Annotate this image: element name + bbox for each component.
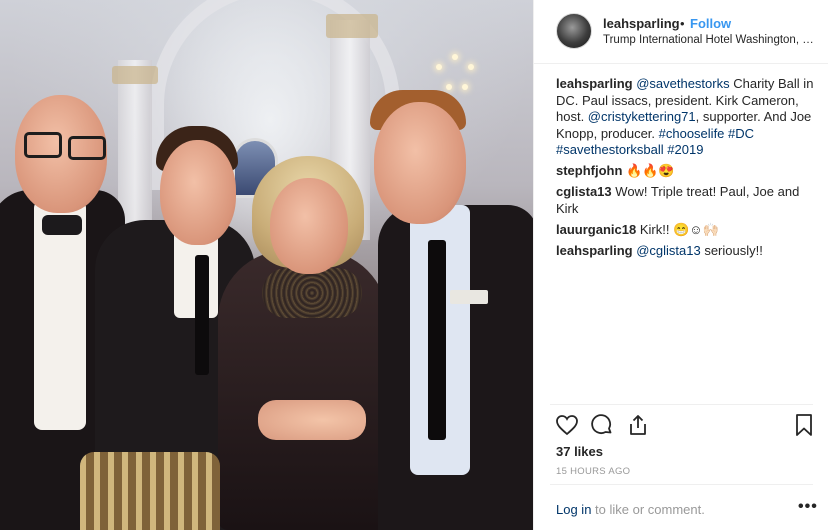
- separator-dot: •: [680, 16, 685, 31]
- comment: leahsparling @cglista13 seriously!!: [556, 243, 814, 260]
- share-icon[interactable]: [625, 412, 651, 438]
- login-prompt: Log in to like or comment.: [556, 502, 705, 517]
- comment-tag-link[interactable]: #chooselife: [659, 126, 725, 141]
- avatar[interactable]: [556, 13, 592, 49]
- divider: [550, 484, 813, 485]
- comment: leahsparling @savethestorks Charity Ball…: [556, 76, 814, 159]
- comment-text: Kirk!! 😁☺🙌🏻: [639, 221, 719, 237]
- likes-count[interactable]: 37 likes: [556, 444, 603, 459]
- comment-tag-link[interactable]: @savethestorks: [636, 76, 729, 91]
- location-link[interactable]: Trump International Hotel Washington, D.…: [603, 34, 815, 46]
- comment-text: 🔥🔥😍: [626, 163, 675, 178]
- username-link[interactable]: leahsparling: [603, 16, 680, 31]
- comment-tag-link[interactable]: @cristykettering71: [588, 109, 696, 124]
- comment: cglista13 Wow! Triple treat! Paul, Joe a…: [556, 184, 814, 217]
- comment-icon[interactable]: [589, 412, 615, 438]
- column-capital-right: [326, 14, 378, 38]
- comment-tag-link[interactable]: #2019: [667, 142, 703, 157]
- login-link[interactable]: Log in: [556, 502, 591, 517]
- comment-tag-link[interactable]: #DC: [728, 126, 754, 141]
- post-header: leahsparling • Follow Trump Internationa…: [534, 0, 828, 64]
- comment-text: seriously!!: [700, 242, 763, 258]
- column-capital-left: [112, 66, 158, 84]
- more-options-icon[interactable]: •••: [798, 498, 818, 516]
- comment-username[interactable]: cglista13: [556, 184, 612, 199]
- post-sidebar: leahsparling • Follow Trump Internationa…: [533, 0, 828, 530]
- comments-list: leahsparling @savethestorks Charity Ball…: [556, 76, 814, 264]
- timestamp[interactable]: 15 HOURS AGO: [556, 466, 630, 477]
- comment: stephfjohn 🔥🔥😍: [556, 163, 814, 180]
- comment-tag-link[interactable]: @cglista13: [636, 243, 701, 258]
- bookmark-icon[interactable]: [791, 412, 817, 438]
- login-prompt-text: to like or comment.: [591, 502, 705, 517]
- divider: [550, 404, 813, 405]
- comment-username[interactable]: lauurganic18: [556, 222, 636, 237]
- comment-username[interactable]: leahsparling: [556, 243, 633, 258]
- comment-tag-link[interactable]: #savethestorksball: [556, 142, 664, 157]
- comment-username[interactable]: leahsparling: [556, 76, 633, 91]
- comment-username[interactable]: stephfjohn: [556, 163, 622, 178]
- comment: lauurganic18 Kirk!! 😁☺🙌🏻: [556, 222, 814, 239]
- gold-chair: [80, 452, 220, 530]
- follow-button[interactable]: Follow: [690, 16, 731, 31]
- post-photo[interactable]: [0, 0, 533, 530]
- heart-icon[interactable]: [554, 412, 580, 438]
